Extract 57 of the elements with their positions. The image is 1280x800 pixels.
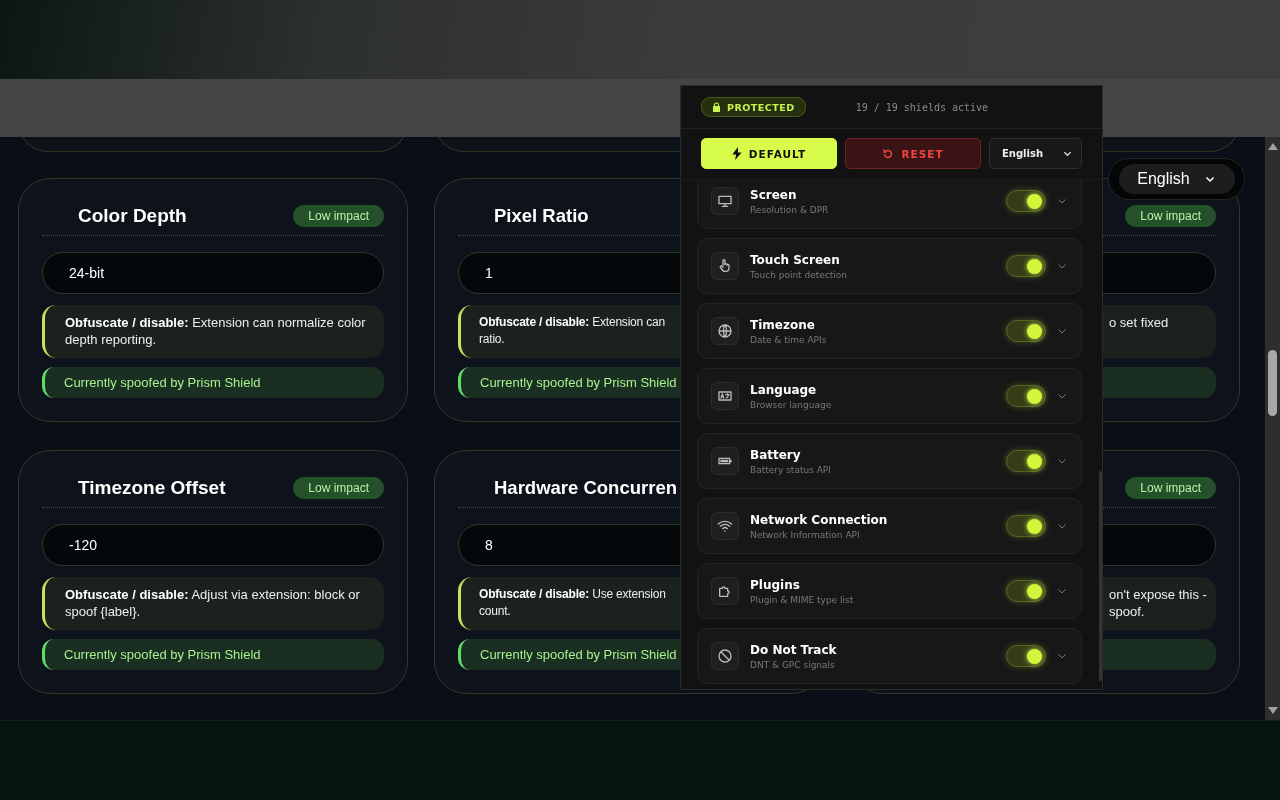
shield-title: Battery [750,447,802,462]
shield-title: Screen [750,187,798,202]
value-field[interactable]: -120 [42,524,384,566]
monitor-icon [717,193,733,209]
card-title: Color Depth [77,205,187,227]
shield-subtitle: Browser language [750,399,833,410]
note-text: Obfuscate / disable: Extension can normalize color depth reporting. [42,305,384,358]
shield-subtitle: Resolution & DPR [750,204,830,215]
spoof-status: Currently spoofed by Prism Shield [42,639,384,670]
language-select[interactable]: English [989,138,1082,169]
wifi-icon [717,518,733,534]
shield-item[interactable]: Network Connection Network Information API [697,498,1082,554]
toggle-switch[interactable] [1006,645,1046,667]
scroll-down-icon[interactable] [1267,707,1278,714]
value-field[interactable]: 24-bit [42,252,384,294]
toggle-switch[interactable] [1006,320,1046,342]
card-title: Hardware Concurren [493,477,677,499]
protected-badge: PROTECTED [701,97,806,117]
shield-subtitle: Battery status API [750,464,832,475]
impact-badge: Low impact [1125,205,1216,227]
card-title: Timezone Offset [77,477,226,499]
shield-title: Network Connection [750,512,889,527]
globe-icon [717,323,733,339]
card-title: Pixel Ratio [493,205,589,227]
shield-item[interactable]: Battery Battery status API [697,433,1082,489]
impact-badge: Low impact [293,477,384,499]
shield-item[interactable]: Plugins Plugin & MIME type list [697,563,1082,619]
hand-icon [717,258,733,274]
impact-badge: Low impact [1125,477,1216,499]
toggle-switch[interactable] [1006,190,1046,212]
default-button[interactable]: DEFAULT [701,138,837,169]
shield-title: Plugins [750,577,801,592]
language-select[interactable]: English [1108,158,1245,200]
toggle-switch[interactable] [1006,580,1046,602]
shield-item[interactable]: Screen Resolution & DPR [697,180,1082,229]
bolt-icon [731,147,742,160]
shield-item[interactable]: Timezone Date & time APIs [697,303,1082,359]
puzzle-icon [717,583,733,599]
scroll-up-icon[interactable] [1267,143,1278,150]
shield-item[interactable]: Do Not Track DNT & GPC signals [697,628,1082,684]
impact-badge: Low impact [293,205,384,227]
toggle-switch[interactable] [1006,255,1046,277]
shields-count: 19 / 19 shields active [855,101,989,113]
scrollbar-thumb[interactable] [1268,350,1277,416]
lock-icon [712,102,721,112]
shield-item[interactable]: Language Browser language [697,368,1082,424]
toggle-switch[interactable] [1006,515,1046,537]
shield-item[interactable]: Touch Screen Touch point detection [697,238,1082,294]
reset-button[interactable]: RESET [845,138,981,169]
note-text: Obfuscate / disable: Adjust via extension: block or spoof {label}. [42,577,384,630]
undo-icon [882,147,895,160]
spoof-status: Currently spoofed by Prism Shield [42,367,384,398]
toggle-switch[interactable] [1006,450,1046,472]
block-icon [717,648,733,664]
toggle-switch[interactable] [1006,385,1046,407]
language-icon [717,388,733,404]
scrollbar-thumb[interactable] [1099,471,1102,681]
